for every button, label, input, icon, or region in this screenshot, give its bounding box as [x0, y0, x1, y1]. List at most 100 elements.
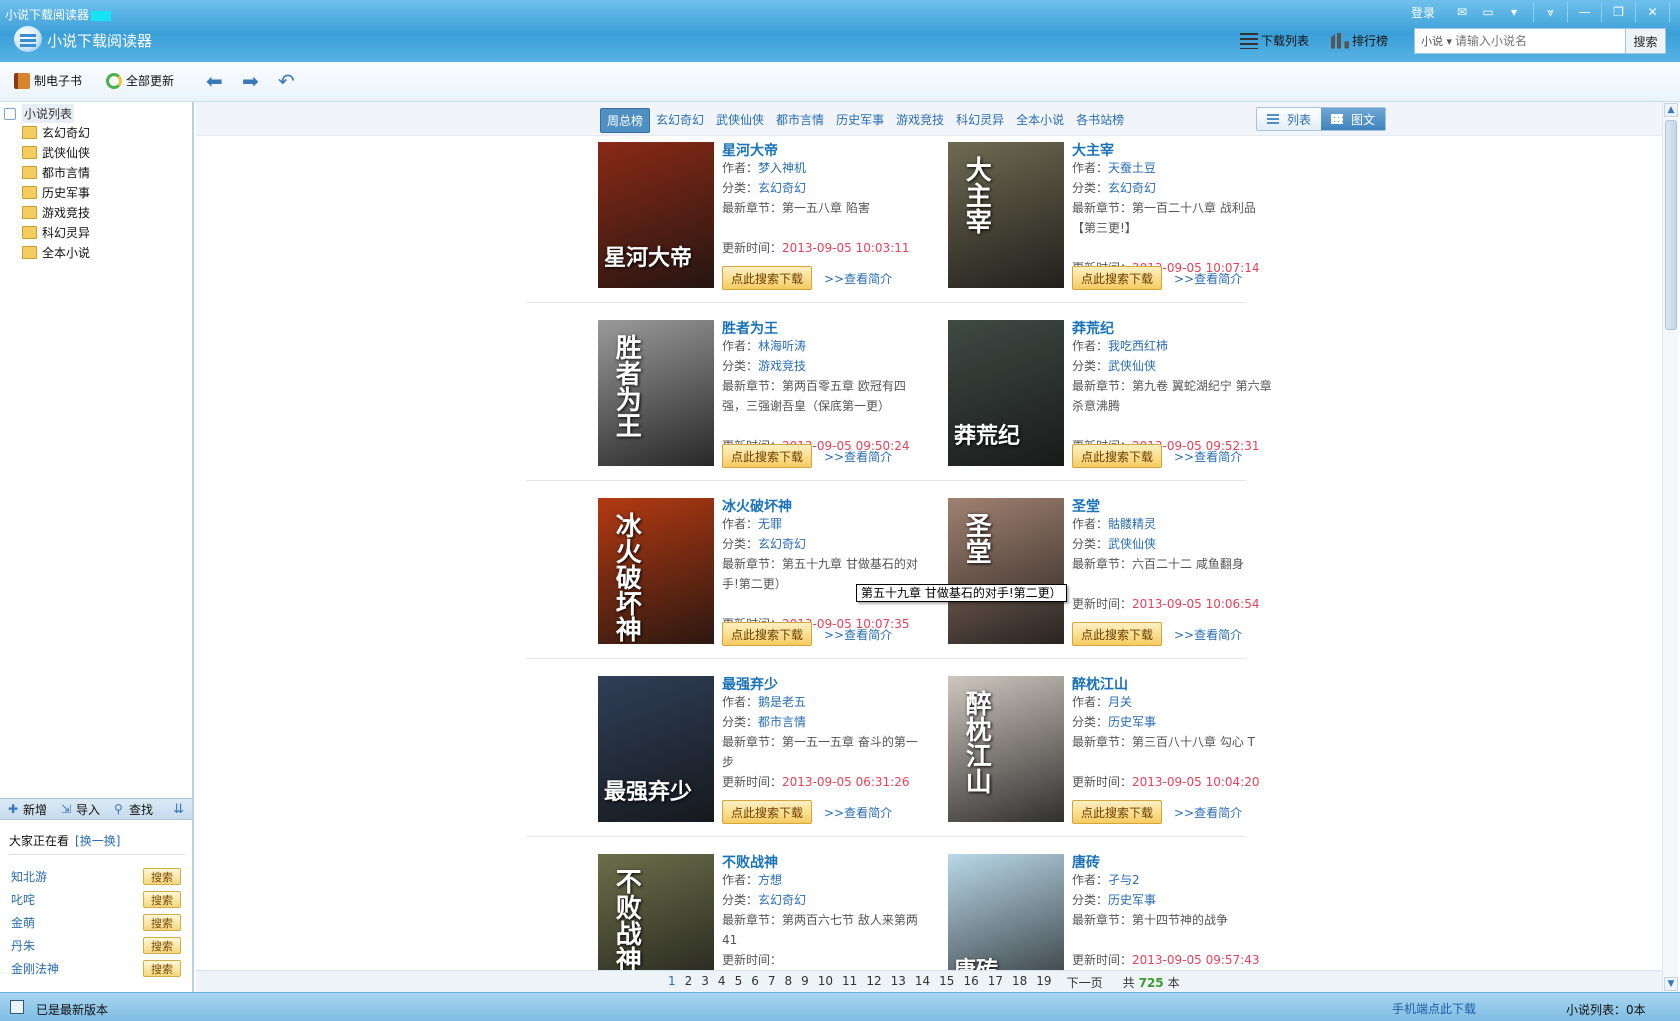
update-all-button[interactable]: 全部更新 [106, 72, 174, 89]
minimize-icon[interactable]: — [1568, 2, 1602, 22]
book-cover[interactable]: 圣堂 [948, 498, 1064, 644]
page-link[interactable]: 17 [988, 974, 1003, 991]
download-button[interactable]: 点此搜索下载 [722, 444, 812, 468]
hot-item-name[interactable]: 金萌 [11, 914, 35, 931]
collapse-icon[interactable]: ⇊ [173, 802, 184, 817]
view-intro-link[interactable]: >>查看简介 [1174, 270, 1242, 287]
mobile-download-link[interactable]: 手机端点此下载 [1392, 1000, 1476, 1017]
tab-site-rank[interactable]: 各书站榜 [1070, 108, 1130, 133]
book-title[interactable]: 冰火破坏神 [722, 496, 792, 516]
page-link[interactable]: 8 [784, 974, 792, 991]
book-author[interactable]: 天蚕土豆 [1108, 161, 1156, 175]
view-intro-link[interactable]: >>查看简介 [1174, 626, 1242, 643]
download-list-button[interactable]: 下载列表 [1240, 32, 1309, 49]
view-intro-link[interactable]: >>查看简介 [824, 448, 892, 465]
scroll-down-icon[interactable]: ▼ [1664, 977, 1678, 991]
restore-icon[interactable]: ❐ [1602, 2, 1636, 22]
download-button[interactable]: 点此搜索下载 [722, 800, 812, 824]
download-button[interactable]: 点此搜索下载 [1072, 266, 1162, 290]
make-ebook-button[interactable]: 制电子书 [14, 72, 82, 89]
book-category[interactable]: 历史军事 [1108, 893, 1156, 907]
book-category[interactable]: 玄幻奇幻 [758, 893, 806, 907]
hot-search-button[interactable]: 搜索 [143, 868, 181, 885]
page-link[interactable]: 7 [768, 974, 776, 991]
book-cover[interactable]: 最强弃少 [598, 676, 714, 822]
book-title[interactable]: 醉枕江山 [1072, 674, 1128, 694]
sidebar-item-dushi[interactable]: 都市言情 [22, 164, 90, 181]
page-link[interactable]: 2 [685, 974, 693, 991]
book-author[interactable]: 我吃西红柿 [1108, 339, 1168, 353]
sidebar-item-quanben[interactable]: 全本小说 [22, 244, 90, 261]
book-author[interactable]: 方想 [758, 873, 782, 887]
book-title[interactable]: 胜者为王 [722, 318, 778, 338]
view-intro-link[interactable]: >>查看简介 [1174, 448, 1242, 465]
page-link[interactable]: 19 [1036, 974, 1051, 991]
book-title[interactable]: 圣堂 [1072, 496, 1100, 516]
swap-link[interactable]: [换一换] [75, 834, 120, 848]
book-category[interactable]: 游戏竞技 [758, 359, 806, 373]
book-title[interactable]: 唐砖 [1072, 852, 1100, 872]
book-category[interactable]: 玄幻奇幻 [758, 181, 806, 195]
download-button[interactable]: 点此搜索下载 [722, 266, 812, 290]
hot-search-button[interactable]: 搜索 [143, 914, 181, 931]
page-link[interactable]: 13 [891, 974, 906, 991]
download-button[interactable]: 点此搜索下载 [1072, 444, 1162, 468]
download-button[interactable]: 点此搜索下载 [1072, 800, 1162, 824]
scrollbar[interactable]: ▲ ▼ [1662, 102, 1678, 992]
page-link[interactable]: 10 [818, 974, 833, 991]
book-author[interactable]: 骷髅精灵 [1108, 517, 1156, 531]
sidebar-item-kehuan[interactable]: 科幻灵异 [22, 224, 90, 241]
hot-item-name[interactable]: 金刚法神 [11, 960, 59, 977]
book-title[interactable]: 大主宰 [1072, 140, 1114, 160]
download-button[interactable]: 点此搜索下载 [1072, 622, 1162, 646]
view-intro-link[interactable]: >>查看简介 [824, 804, 892, 821]
book-title[interactable]: 星河大帝 [722, 140, 778, 160]
close-icon[interactable]: ✕ [1636, 2, 1670, 22]
ranking-button[interactable]: 排行榜 [1331, 32, 1388, 49]
add-button[interactable]: ✚ 新增 [8, 801, 47, 818]
book-category[interactable]: 历史军事 [1108, 715, 1156, 729]
book-author[interactable]: 林海听涛 [758, 339, 806, 353]
book-cover[interactable]: 大主宰 [948, 142, 1064, 288]
sidebar-item-lishi[interactable]: 历史军事 [22, 184, 90, 201]
scroll-thumb[interactable] [1665, 120, 1677, 330]
book-author[interactable]: 梦入神机 [758, 161, 806, 175]
view-intro-link[interactable]: >>查看简介 [824, 626, 892, 643]
book-author[interactable]: 孑与2 [1108, 873, 1140, 887]
hot-item-name[interactable]: 丹朱 [11, 937, 35, 954]
tab-weekly[interactable]: 周总榜 [600, 108, 651, 133]
book-title[interactable]: 不败战神 [722, 852, 778, 872]
sidebar-item-youxi[interactable]: 游戏竞技 [22, 204, 90, 221]
tree-root[interactable]: 小说列表 [4, 104, 75, 123]
tab-kehuan[interactable]: 科幻灵异 [950, 108, 1010, 133]
hot-item-name[interactable]: 叱咤 [11, 891, 35, 908]
page-link[interactable]: 11 [842, 974, 857, 991]
login-link[interactable]: 登录 [1411, 4, 1435, 21]
view-intro-link[interactable]: >>查看简介 [824, 270, 892, 287]
back-arrow-icon[interactable]: ⬅ [206, 71, 223, 91]
hot-search-button[interactable]: 搜索 [143, 891, 181, 908]
sidebar-item-wuxia[interactable]: 武侠仙侠 [22, 144, 90, 161]
book-cover[interactable]: 莽荒纪 [948, 320, 1064, 466]
hot-search-button[interactable]: 搜索 [143, 960, 181, 977]
tab-xuanhuan[interactable]: 玄幻奇幻 [650, 108, 710, 133]
tab-youxi[interactable]: 游戏竞技 [890, 108, 950, 133]
tab-wuxia[interactable]: 武侠仙侠 [710, 108, 770, 133]
menu-icon[interactable]: ⩔ [1534, 2, 1568, 22]
page-link[interactable]: 14 [915, 974, 930, 991]
tab-quanben[interactable]: 全本小说 [1010, 108, 1070, 133]
book-category[interactable]: 玄幻奇幻 [758, 537, 806, 551]
tab-lishi[interactable]: 历史军事 [830, 108, 890, 133]
search-type-select[interactable]: 小说 ▾ [1415, 33, 1455, 49]
find-button[interactable]: ⚲ 查找 [114, 801, 153, 818]
hot-search-button[interactable]: 搜索 [143, 937, 181, 954]
page-link[interactable]: 12 [866, 974, 881, 991]
page-link[interactable]: 15 [939, 974, 954, 991]
tab-dushi[interactable]: 都市言情 [770, 108, 830, 133]
list-view-button[interactable]: 列表 [1257, 108, 1321, 130]
book-title[interactable]: 最强弃少 [722, 674, 778, 694]
page-link[interactable]: 3 [701, 974, 709, 991]
skin-icon[interactable]: ▾ [1501, 3, 1527, 21]
search-button[interactable]: 搜索 [1625, 29, 1665, 53]
page-link[interactable]: 16 [963, 974, 978, 991]
